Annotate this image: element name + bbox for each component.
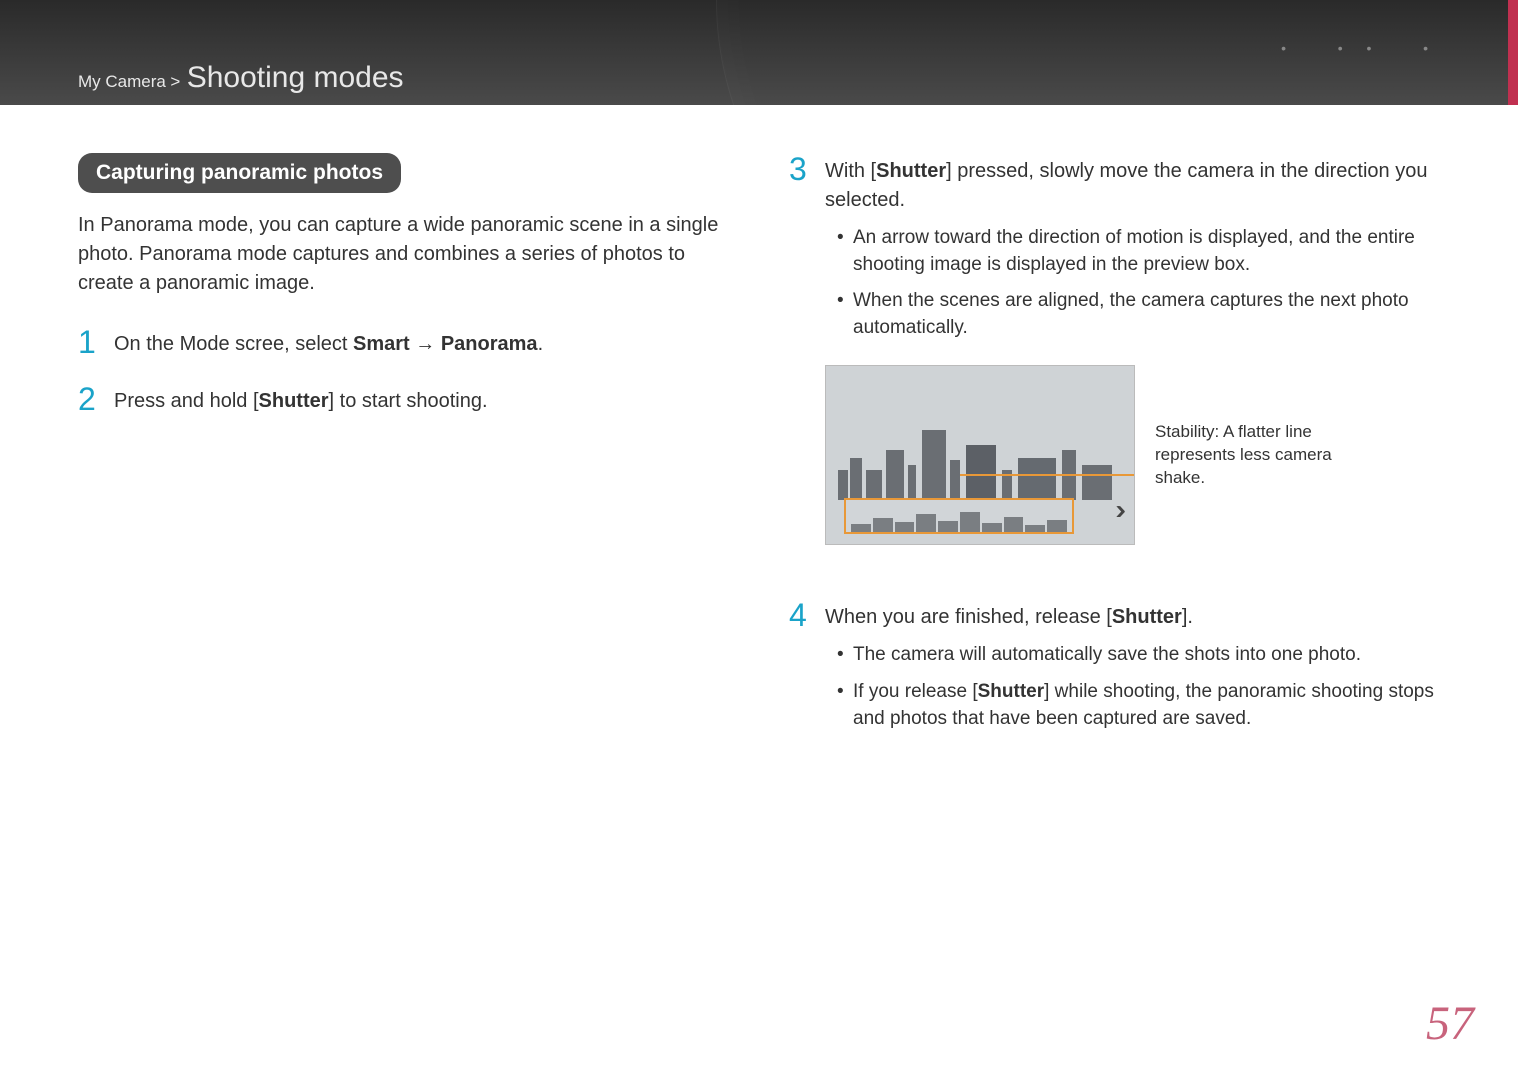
direction-arrow-icon: ›› [1115, 490, 1118, 531]
skyline-illustration [838, 415, 1122, 500]
panorama-preview-image: ›› [825, 365, 1135, 545]
breadcrumb-current: Shooting modes [187, 61, 404, 94]
bullet-item: The camera will automatically save the s… [837, 642, 1440, 669]
content-area: Capturing panoramic photos In Panorama m… [0, 105, 1518, 766]
step-3-bullets: An arrow toward the direction of motion … [825, 225, 1440, 341]
step-1: 1 On the Mode scree, select Smart → Pano… [78, 326, 729, 359]
step-2: 2 Press and hold [Shutter] to start shoo… [78, 383, 729, 416]
decor-dots: • • • • [1281, 40, 1438, 56]
breadcrumb: My Camera > Shooting modes [78, 61, 404, 95]
panorama-figure: ›› Stability: A flatter line represents … [825, 365, 1440, 545]
step-number: 4 [789, 599, 807, 742]
subsection-title: Capturing panoramic photos [78, 153, 401, 193]
intro-paragraph: In Panorama mode, you can capture a wide… [78, 211, 729, 298]
right-column: 3 With [Shutter] pressed, slowly move th… [789, 153, 1440, 766]
breadcrumb-separator: > [170, 72, 180, 91]
step-body: When you are finished, release [Shutter]… [825, 599, 1440, 742]
page-header: • • • • My Camera > Shooting modes [0, 0, 1518, 105]
accent-bar [1508, 0, 1518, 105]
page-number: 57 [1426, 996, 1474, 1051]
step-number: 1 [78, 326, 96, 359]
preview-strip [844, 498, 1074, 534]
step-number: 3 [789, 153, 807, 575]
left-column: Capturing panoramic photos In Panorama m… [78, 153, 729, 766]
step-body: With [Shutter] pressed, slowly move the … [825, 153, 1440, 575]
figure-caption: Stability: A flatter line represents les… [1155, 421, 1365, 490]
step-4: 4 When you are finished, release [Shutte… [789, 599, 1440, 742]
step-body: Press and hold [Shutter] to start shooti… [114, 383, 729, 416]
step-body: On the Mode scree, select Smart → Panora… [114, 326, 729, 359]
step-number: 2 [78, 383, 96, 416]
bullet-item: An arrow toward the direction of motion … [837, 225, 1440, 278]
bullet-item: If you release [Shutter] while shooting,… [837, 679, 1440, 732]
stability-indicator-line [960, 474, 1135, 476]
step-3: 3 With [Shutter] pressed, slowly move th… [789, 153, 1440, 575]
step-4-bullets: The camera will automatically save the s… [825, 642, 1440, 732]
bullet-item: When the scenes are aligned, the camera … [837, 288, 1440, 341]
breadcrumb-parent: My Camera [78, 72, 166, 91]
